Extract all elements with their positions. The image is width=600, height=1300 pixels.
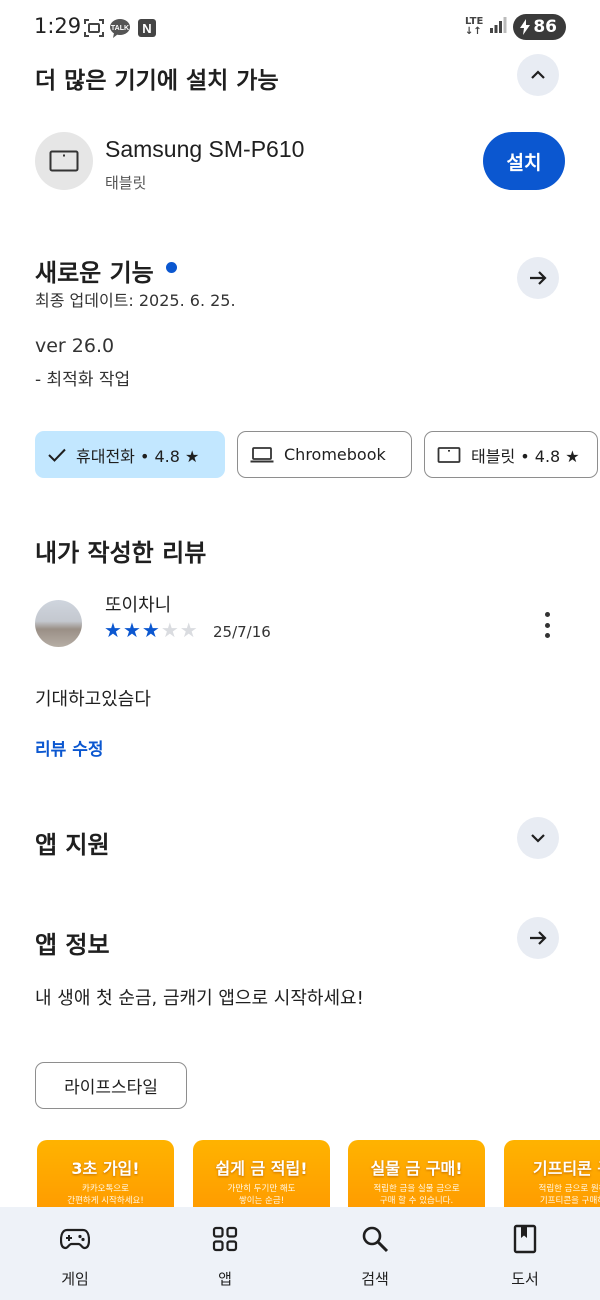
screenshot-title: 3초 가입! xyxy=(71,1159,140,1178)
screenshot-title: 실물 금 구매! xyxy=(370,1159,463,1178)
bottom-navigation: 게임 앱 검색 도서 xyxy=(0,1207,600,1300)
screenshot-caption: 적립한 금으로 원하 xyxy=(538,1184,600,1194)
reviewer-name: 또이차니 xyxy=(105,595,172,616)
battery-indicator: 86 xyxy=(513,14,566,40)
category-chip[interactable]: 라이프스타일 xyxy=(35,1062,187,1109)
kakaotalk-icon: TALK xyxy=(109,17,131,43)
last-updated-text: 최종 업데이트: 2025. 6. 25. xyxy=(35,291,236,310)
review-star-rating: ★ ★ ★ ★ ★ xyxy=(104,620,198,640)
screenshot-carousel[interactable]: 3초 가입! 카카오톡으로간편하게 시작하세요! 쉽게 금 적립! 가만히 두기… xyxy=(0,1140,600,1210)
devices-section-title: 더 많은 기기에 설치 가능 xyxy=(35,68,279,94)
screenshot-caption: 적립한 금을 실물 금으로 xyxy=(373,1184,460,1194)
edit-review-link[interactable]: 리뷰 수정 xyxy=(35,735,103,760)
chevron-up-icon xyxy=(531,70,545,79)
app-info-arrow-button[interactable] xyxy=(517,917,559,959)
install-button[interactable]: 설치 xyxy=(483,132,565,190)
status-bar: 1:29 TALK N LTE ↓↑ 86 xyxy=(0,0,600,56)
check-icon xyxy=(48,448,66,462)
signal-icon xyxy=(489,16,507,38)
nav-item-games[interactable]: 게임 xyxy=(0,1207,150,1300)
laptop-icon xyxy=(250,446,274,462)
version-text: ver 26.0 xyxy=(35,335,115,357)
star-empty-icon: ★ xyxy=(179,618,198,642)
nav-label-search: 검색 xyxy=(361,1270,389,1288)
tablet-device-avatar xyxy=(35,132,93,190)
screenshot-caption: 쌓이는 순금! xyxy=(238,1196,285,1206)
expand-app-support-button[interactable] xyxy=(517,817,559,859)
star-empty-icon: ★ xyxy=(160,618,179,642)
chip-chromebook-label: Chromebook xyxy=(284,445,386,464)
nav-item-apps[interactable]: 앱 xyxy=(150,1207,300,1300)
chip-chromebook[interactable]: Chromebook xyxy=(237,431,412,478)
app-info-title: 앱 정보 xyxy=(35,931,110,959)
tablet-icon xyxy=(49,150,79,172)
app-support-title: 앱 지원 xyxy=(35,831,110,859)
chip-phone-rating[interactable]: 휴대전화 • 4.8 ★ xyxy=(35,431,225,478)
collapse-devices-button[interactable] xyxy=(517,54,559,96)
chip-tablet-label: 태블릿 • 4.8 ★ xyxy=(471,446,580,466)
svg-text:TALK: TALK xyxy=(111,25,129,32)
device-type: 태블릿 xyxy=(105,174,147,192)
gamepad-icon xyxy=(60,1224,90,1254)
app-description: 내 생애 첫 순금, 금캐기 앱으로 시작하세요! xyxy=(35,988,364,1009)
screenshot-title: 기프티콘 구 xyxy=(532,1159,600,1178)
screenshot-caption: 구매 할 수 있습니다. xyxy=(379,1196,454,1206)
svg-text:N: N xyxy=(142,21,151,36)
nav-item-books[interactable]: 도서 xyxy=(450,1207,600,1300)
review-text: 기대하고있슴다 xyxy=(35,689,151,710)
screenshot-caption: 기프티콘을 구매하 xyxy=(539,1196,600,1206)
naver-icon: N xyxy=(138,19,156,41)
my-review-title: 내가 작성한 리뷰 xyxy=(35,539,207,567)
chip-phone-label: 휴대전화 • 4.8 ★ xyxy=(76,446,200,466)
arrow-right-icon xyxy=(530,271,547,285)
chip-tablet-rating[interactable]: 태블릿 • 4.8 ★ xyxy=(424,431,598,478)
whats-new-arrow-button[interactable] xyxy=(517,257,559,299)
device-name: Samsung SM-P610 xyxy=(105,136,305,162)
nav-label-apps: 앱 xyxy=(218,1270,232,1288)
new-indicator-dot xyxy=(166,262,177,273)
screenshot-card[interactable]: 3초 가입! 카카오톡으로간편하게 시작하세요! xyxy=(37,1140,174,1210)
search-icon xyxy=(361,1224,389,1254)
star-filled-icon: ★ xyxy=(122,618,141,642)
review-date: 25/7/16 xyxy=(213,623,271,641)
arrow-right-icon xyxy=(530,931,547,945)
screenshot-caption: 간편하게 시작하세요! xyxy=(67,1196,144,1206)
screenshot-icon xyxy=(83,18,105,42)
star-filled-icon: ★ xyxy=(141,618,160,642)
screenshot-card[interactable]: 실물 금 구매! 적립한 금을 실물 금으로구매 할 수 있습니다. xyxy=(348,1140,485,1210)
apps-grid-icon xyxy=(212,1224,238,1254)
more-options-icon[interactable] xyxy=(534,608,560,642)
release-notes-text: - 최적화 작업 xyxy=(35,370,131,390)
nav-item-search[interactable]: 검색 xyxy=(300,1207,450,1300)
star-filled-icon: ★ xyxy=(104,618,122,642)
whats-new-title: 새로운 기능 xyxy=(35,259,154,287)
lte-label: LTE ↓↑ xyxy=(464,16,484,37)
book-icon xyxy=(513,1224,537,1254)
screenshot-caption: 카카오톡으로 xyxy=(82,1184,129,1194)
reviewer-avatar xyxy=(35,600,82,647)
nav-label-books: 도서 xyxy=(511,1270,539,1288)
nav-label-games: 게임 xyxy=(61,1270,89,1288)
chevron-down-icon xyxy=(531,834,545,843)
screenshot-title: 쉽게 금 적립! xyxy=(215,1159,308,1178)
tablet-icon xyxy=(437,446,461,463)
status-time: 1:29 xyxy=(34,14,82,38)
charging-bolt-icon xyxy=(520,19,531,35)
screenshot-card[interactable]: 기프티콘 구 적립한 금으로 원하기프티콘을 구매하 xyxy=(504,1140,600,1210)
screenshot-caption: 가만히 두기만 해도 xyxy=(227,1184,296,1194)
screenshot-card[interactable]: 쉽게 금 적립! 가만히 두기만 해도쌓이는 순금! xyxy=(193,1140,330,1210)
